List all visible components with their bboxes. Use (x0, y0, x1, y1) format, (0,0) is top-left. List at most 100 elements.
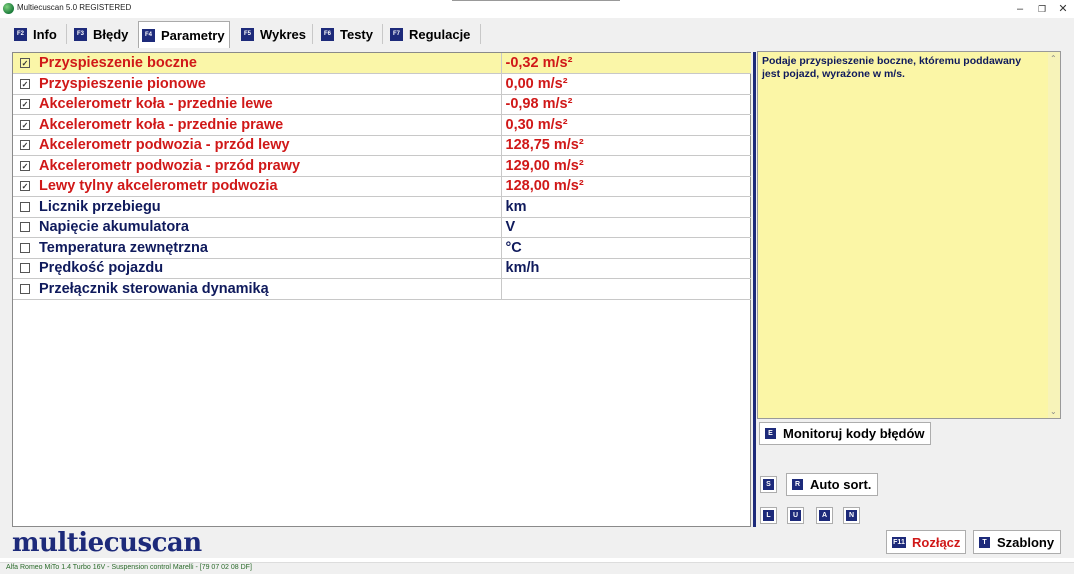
checkbox-cell (13, 258, 37, 279)
parameter-row[interactable]: ✓ Przyspieszenie boczne -0,32 m/s² (13, 53, 751, 74)
multiecuscan-logo: multiecuscan (12, 528, 202, 558)
parameter-value: -0,32 m/s² (501, 53, 751, 74)
checkbox-checked[interactable]: ✓ (20, 119, 30, 130)
checkbox-cell: ✓ (13, 176, 37, 197)
checkbox-checked[interactable]: ✓ (20, 181, 30, 192)
parameter-row[interactable]: ✓ Przyspieszenie pionowe 0,00 m/s² (13, 73, 751, 95)
s-key-icon: S (763, 479, 774, 490)
parameters-table: ✓ Przyspieszenie boczne -0,32 m/s² ✓ Przyspi… (13, 53, 751, 300)
l-button[interactable]: L (760, 507, 777, 524)
main-area: ✓ Przyspieszenie boczne -0,32 m/s² ✓ Przyspi… (0, 48, 1074, 558)
parameter-name: Akcelerometr koła - przednie prawe (37, 114, 502, 136)
parameter-name: Akcelerometr podwozia - przód prawy (37, 155, 502, 177)
tab-testy[interactable]: F6 Testy (318, 22, 373, 46)
checkbox-cell (13, 278, 37, 300)
parameter-row[interactable]: Prędkość pojazdu km/h (13, 258, 751, 279)
restore-button[interactable]: ❐ (1035, 2, 1049, 16)
title-bar: Multiecuscan 5.0 REGISTERED – ❐ ✕ (0, 0, 1074, 18)
checkbox-checked[interactable]: ✓ (20, 160, 30, 171)
disconnect-button[interactable]: F11 Rozłącz (886, 530, 966, 554)
minimize-button[interactable]: – (1013, 2, 1027, 16)
parameter-value: -0,98 m/s² (501, 94, 751, 115)
parameter-value: 128,00 m/s² (501, 176, 751, 197)
parameter-row[interactable]: ✓ Akcelerometr koła - przednie prawe 0,30 … (13, 114, 751, 136)
n-key-icon: N (846, 510, 857, 521)
u-button[interactable]: U (787, 507, 804, 524)
panel-divider[interactable] (753, 52, 756, 527)
parameter-name: Przyspieszenie boczne (37, 53, 502, 74)
parameter-name: Napięcie akumulatora (37, 217, 502, 238)
checkbox-checked[interactable]: ✓ (20, 78, 30, 89)
parameters-panel: ✓ Przyspieszenie boczne -0,32 m/s² ✓ Przyspi… (12, 52, 751, 527)
parameter-row[interactable]: Przełącznik sterowania dynamiką (13, 278, 751, 300)
checkbox-checked[interactable]: ✓ (20, 58, 30, 69)
monitor-error-codes-button[interactable]: E Monitoruj kody błędów (759, 422, 931, 445)
checkbox-cell: ✓ (13, 73, 37, 95)
description-box: Podaje przyspieszenie boczne, któremu po… (757, 51, 1061, 419)
parameter-value (501, 278, 751, 300)
a-button[interactable]: A (816, 507, 833, 524)
parameter-row[interactable]: Licznik przebiegu km (13, 196, 751, 218)
parameter-row[interactable]: ✓ Akcelerometr koła - przednie lewe -0,98 … (13, 94, 751, 115)
close-button[interactable]: ✕ (1056, 2, 1070, 16)
status-bar: Alfa Romeo MiTo 1.4 Turbo 16V - Suspensi… (0, 562, 1074, 574)
f6-key-icon: F6 (321, 27, 334, 41)
checkbox-unchecked[interactable] (20, 222, 30, 233)
tab-wykres[interactable]: F5 Wykres (238, 22, 306, 46)
scroll-down-icon[interactable]: ⌄ (1050, 407, 1057, 416)
checkbox-checked[interactable]: ✓ (20, 99, 30, 110)
title-accent-line (452, 0, 620, 1)
tab-regulacje[interactable]: F7 Regulacje (387, 22, 470, 46)
tab-label: Regulacje (409, 26, 471, 42)
parameter-row[interactable]: Temperatura zewnętrzna °C (13, 237, 751, 259)
checkbox-unchecked[interactable] (20, 263, 30, 274)
checkbox-cell: ✓ (13, 155, 37, 177)
f5-key-icon: F5 (241, 27, 254, 41)
description-scrollbar[interactable]: ⌃ ⌄ (1048, 52, 1060, 418)
tab-separator (312, 24, 313, 44)
tab-parametry[interactable]: F4 Parametry (138, 21, 230, 48)
f2-key-icon: F2 (14, 27, 27, 41)
checkbox-unchecked[interactable] (20, 201, 30, 212)
auto-sort-button[interactable]: R Auto sort. (786, 473, 878, 496)
parameter-value: 129,00 m/s² (501, 155, 751, 177)
tab-label: Błędy (93, 26, 129, 42)
checkbox-cell: ✓ (13, 53, 37, 74)
tab-bledy[interactable]: F3 Błędy (71, 22, 128, 46)
parameter-value: km (501, 196, 751, 218)
parameter-name: Temperatura zewnętrzna (37, 237, 502, 259)
parameter-row[interactable]: ✓ Akcelerometr podwozia - przód prawy 129,… (13, 155, 751, 177)
n-button[interactable]: N (843, 507, 860, 524)
l-key-icon: L (763, 510, 774, 521)
tab-bar: F2 Info F3 Błędy F4 Parametry F5 Wykres … (0, 18, 1074, 48)
tab-label: Info (33, 26, 57, 42)
tab-separator (480, 24, 481, 44)
button-label: Monitoruj kody błędów (783, 426, 925, 441)
tab-info[interactable]: F2 Info (11, 22, 57, 46)
f7-key-icon: F7 (390, 27, 403, 41)
parameter-value: V (501, 217, 751, 238)
u-key-icon: U (790, 510, 801, 521)
status-text: Alfa Romeo MiTo 1.4 Turbo 16V - Suspensi… (6, 564, 252, 571)
parameter-value: °C (501, 237, 751, 259)
templates-button[interactable]: T Szablony (973, 530, 1061, 554)
checkbox-unchecked[interactable] (20, 242, 30, 253)
t-key-icon: T (979, 536, 990, 548)
s-button[interactable]: S (760, 476, 777, 493)
parameter-value: 0,30 m/s² (501, 114, 751, 136)
tab-separator (382, 24, 383, 44)
parameter-row[interactable]: ✓ Akcelerometr podwozia - przód lewy 128,7… (13, 135, 751, 156)
scroll-up-icon[interactable]: ⌃ (1050, 54, 1057, 63)
parameter-value: 0,00 m/s² (501, 73, 751, 95)
checkbox-cell (13, 237, 37, 259)
parameter-value: 128,75 m/s² (501, 135, 751, 156)
checkbox-checked[interactable]: ✓ (20, 140, 30, 151)
checkbox-unchecked[interactable] (20, 283, 30, 294)
f4-key-icon: F4 (142, 28, 155, 42)
button-label: Auto sort. (810, 477, 872, 492)
checkbox-cell: ✓ (13, 135, 37, 156)
parameter-row[interactable]: Napięcie akumulatora V (13, 217, 751, 238)
description-text: Podaje przyspieszenie boczne, któremu po… (762, 55, 1022, 80)
parameter-row[interactable]: ✓ Lewy tylny akcelerometr podwozia 128,00 … (13, 176, 751, 197)
button-label: Szablony (997, 534, 1055, 550)
